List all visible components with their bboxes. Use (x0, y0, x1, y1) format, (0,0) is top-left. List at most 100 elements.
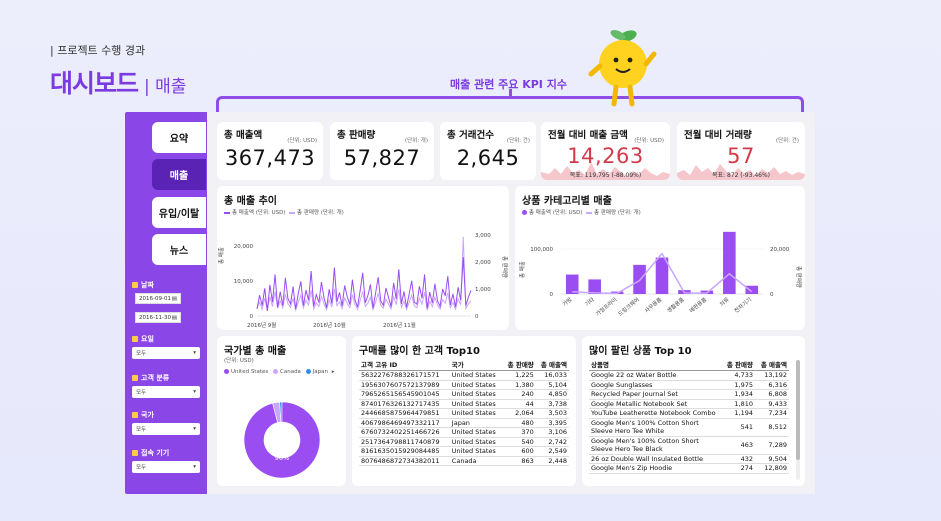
trend-ytick-left: 10,000 (234, 279, 254, 285)
calendar-icon (132, 282, 138, 288)
country-filter-label: 국가 (132, 410, 154, 420)
col-header[interactable]: 국가 (449, 358, 503, 371)
trend-ytick-right: 0 (475, 314, 479, 320)
kpi-title: 총 매출액 (224, 130, 263, 141)
table-cell: 3,738 (535, 399, 569, 409)
table-cell: United States (449, 370, 503, 381)
legend-japan: Japan (312, 369, 329, 375)
category-bar[interactable] (723, 231, 736, 294)
date-label-text: 날짜 (141, 281, 154, 289)
table-cell: United States (449, 408, 503, 419)
category-bar[interactable] (745, 285, 759, 294)
chevron-down-icon: ▾ (193, 426, 196, 432)
nav-sales[interactable]: 매출 (152, 159, 206, 190)
legend-swatch (273, 369, 278, 374)
table-row[interactable]: 8076486872734382011 Canada 863 2,448 (359, 456, 569, 466)
legend-canada: Canada (280, 369, 301, 375)
kpi-value: 367,473 (224, 146, 316, 170)
country-label-text: 국가 (141, 411, 154, 419)
table-row[interactable]: Google Sunglasses 1,975 6,316 (589, 380, 789, 390)
customer-type-select[interactable]: 모두 ▾ (132, 386, 200, 398)
table-cell: 463 (719, 436, 755, 455)
date-start-input[interactable]: 2016-09-01 ▤ (135, 293, 181, 304)
table-header-row: 고객 고유 ID 국가 총 판매량 총 매출액 (359, 358, 569, 371)
kpi-card-mom-transactions: 전월 대비 거래량 (단위: 건) 57 목표: 872 (-93.46%) (677, 122, 805, 180)
table-cell: 540 (502, 437, 536, 447)
weekday-select[interactable]: 모두 ▾ (132, 347, 200, 359)
date-filter-label: 날짜 (132, 280, 154, 290)
category-ylabel-left: 총 매출 (518, 261, 526, 278)
table-scrollbar[interactable] (796, 360, 800, 480)
table-row[interactable]: Google 22 oz Water Bottle 4,733 13,192 (589, 370, 789, 381)
table-row[interactable]: 7965265156545901045 United States 240 4,850 (359, 389, 569, 400)
table-cell: 9,504 (755, 454, 789, 464)
scrollbar-thumb[interactable] (796, 360, 800, 460)
table-row[interactable]: 4067986469497332117 Japan 480 3,395 (359, 418, 569, 428)
table-cell: 7,234 (755, 408, 789, 419)
table-row[interactable]: 26 oz Double Wall Insulated Bottle 432 9,5… (589, 454, 789, 464)
table-row[interactable]: 8161635015929084485 United States 600 2,549 (359, 446, 569, 457)
category-tick-label: 기타 (583, 295, 596, 308)
top-products-table: 상품명 총 판매량 총 매출액 Google 22 oz Water Bottl… (589, 358, 789, 474)
customer-type-value: 모두 (136, 390, 147, 396)
col-header[interactable]: 고객 고유 ID (359, 358, 450, 371)
chevron-down-icon: ▾ (193, 350, 196, 356)
table-cell: Japan (449, 418, 503, 428)
kpi-card-total-quantity: 총 판매량 (단위: 개) 57,827 (330, 122, 434, 180)
legend-next-icon[interactable]: ▸ (332, 369, 335, 375)
table-cell: 8076486872734382011 (359, 456, 450, 466)
country-unit: (단위: USD) (224, 358, 254, 364)
lemon-mascot-icon (588, 30, 657, 107)
trend-ytick-right: 2,000 (475, 260, 491, 266)
date-end-value: 2016-11-30 (139, 314, 171, 321)
table-row[interactable]: Google Men's Zip Hoodie 274 12,809 (589, 463, 789, 474)
table-row[interactable]: 2446685875964479851 United States 2,064 3,5… (359, 408, 569, 419)
table-row[interactable]: 1956307607572137989 United States 1,380 5,1… (359, 380, 569, 390)
device-select[interactable]: 모두 ▾ (132, 461, 200, 473)
table-row[interactable]: Google Metallic Notebook Set 1,810 9,433 (589, 399, 789, 409)
table-row[interactable]: 8740176326132717435 United States 44 3,738 (359, 399, 569, 409)
col-header[interactable]: 총 판매량 (502, 358, 536, 371)
category-bar[interactable] (565, 274, 579, 294)
table-cell: 8740176326132717435 (359, 399, 450, 409)
table-row[interactable]: Recycled Paper Journal Set 1,934 6,808 (589, 389, 789, 400)
table-cell: United States (449, 437, 503, 447)
table-cell: 5,104 (535, 380, 569, 390)
kpi-title: 전월 대비 매출 금액 (548, 130, 628, 141)
table-cell: 1,380 (502, 380, 536, 390)
dashboard-frame: 요약 매출 유입/이탈 뉴스 날짜 2016-09-01 ▤ 2016-11-30… (125, 112, 815, 494)
category-ytick-right: 0 (770, 292, 774, 298)
legend-swatch (224, 369, 229, 374)
table-row[interactable]: 5632276788326171571 United States 1,225 16,… (359, 370, 569, 381)
country-select[interactable]: 모두 ▾ (132, 423, 200, 435)
table-row[interactable]: 2517364798811740879 United States 540 2,742 (359, 437, 569, 447)
table-row[interactable]: Google Men's 100% Cotton Short Sleeve He… (589, 418, 789, 437)
legend-swatch (289, 211, 296, 214)
table-row[interactable]: 6760732402251466726 United States 370 3,106 (359, 427, 569, 438)
table-cell: 9,433 (755, 399, 789, 409)
trend-xtick: 2016년 11월 (383, 321, 416, 329)
nav-news[interactable]: 뉴스 (152, 234, 206, 265)
device-filter-label: 접속 기기 (132, 448, 169, 458)
donut-slice[interactable] (243, 401, 321, 479)
trend-ytick-left: 20,000 (234, 244, 254, 250)
col-header[interactable]: 총 매출액 (535, 358, 569, 371)
col-header[interactable]: 총 판매량 (719, 358, 755, 371)
col-header[interactable]: 상품명 (589, 358, 719, 371)
category-tick-label: 가방 (561, 295, 574, 308)
table-row[interactable]: Google Men's 100% Cotton Short Sleeve He… (589, 436, 789, 455)
category-bar[interactable] (655, 257, 669, 294)
table-cell: 274 (719, 463, 755, 474)
top-customers-card: 구매를 많이 한 고객 Top10 고객 고유 ID 국가 총 판매량 총 매출… (352, 336, 576, 486)
date-end-input[interactable]: 2016-11-30 ▤ (135, 312, 181, 323)
legend-us: United States (231, 369, 269, 375)
nav-inflow-churn[interactable]: 유입/이탈 (152, 197, 206, 228)
col-header[interactable]: 총 매출액 (755, 358, 789, 371)
table-row[interactable]: YouTube Leatherette Notebook Combo 1,194 7… (589, 408, 789, 419)
table-cell: 600 (502, 446, 536, 457)
table-cell: United States (449, 446, 503, 457)
nav-summary[interactable]: 요약 (152, 122, 206, 153)
category-bar[interactable] (588, 279, 601, 294)
category-sales-chart: 총 매출 총 판매량 0 100,000 0 20,000 가방 기타 가정프라이 드… (518, 231, 803, 318)
table-cell: 863 (502, 456, 536, 466)
